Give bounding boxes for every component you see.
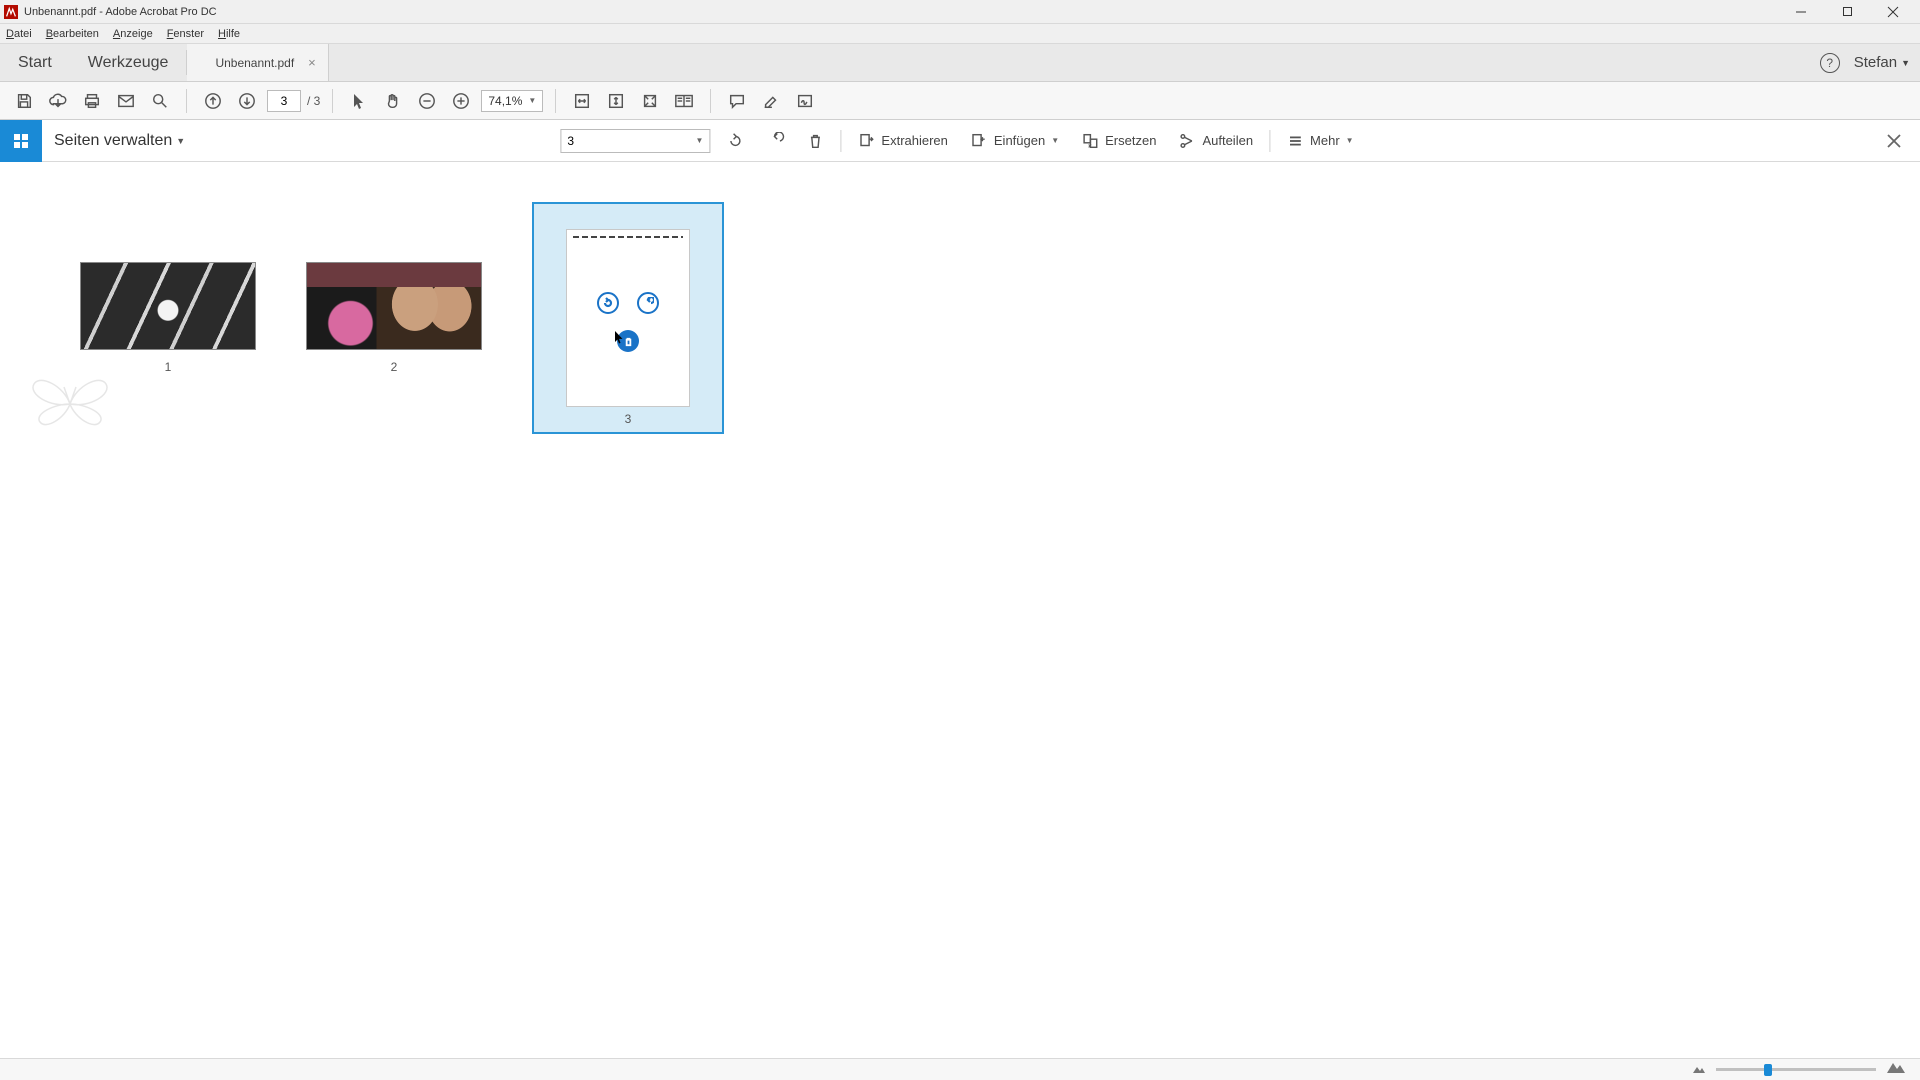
cloud-button[interactable] [44,87,72,115]
organize-pages-title[interactable]: Seiten verwalten ▼ [54,132,185,150]
rotate-ccw-button[interactable] [720,127,750,155]
rotate-cw-icon[interactable] [637,292,659,314]
zoom-in-button[interactable] [447,87,475,115]
fit-page-button[interactable] [602,87,630,115]
zoom-level-value: 74,1% [488,94,522,108]
print-button[interactable] [78,87,106,115]
minimize-button[interactable] [1778,0,1824,24]
chevron-down-icon: ▼ [1346,136,1354,145]
thumbnails-area[interactable]: 1 2 [0,162,1920,474]
tab-close-icon[interactable]: × [308,55,316,70]
organize-pages-title-text: Seiten verwalten [54,132,172,150]
menu-view[interactable]: Anzeige [113,28,153,40]
split-button[interactable]: Aufteilen [1172,127,1259,155]
menu-file[interactable]: Datei [6,28,32,40]
replace-button[interactable]: Ersetzen [1075,127,1162,155]
zoom-level-select[interactable]: 74,1% ▼ [481,90,543,112]
page-total-label: / 3 [307,94,320,108]
thumbnail-image: 3 [532,202,724,434]
split-label: Aufteilen [1202,133,1253,148]
insert-label: Einfügen [994,133,1045,148]
zoom-small-icon[interactable] [1692,1061,1706,1079]
menu-window[interactable]: Fenster [167,28,204,40]
more-label: Mehr [1310,133,1340,148]
thumbnail-zoom-slider[interactable] [1716,1068,1876,1071]
close-button[interactable] [1870,0,1916,24]
page-thumbnail[interactable]: 2 [306,262,482,374]
search-button[interactable] [146,87,174,115]
extract-button[interactable]: Extrahieren [851,127,953,155]
more-button[interactable]: Mehr ▼ [1280,127,1360,155]
menu-help[interactable]: Hilfe [218,28,240,40]
menubar: Datei Bearbeiten Anzeige Fenster Hilfe [0,24,1920,44]
chevron-down-icon: ▼ [176,136,185,146]
next-page-button[interactable] [233,87,261,115]
tabbar: Start Werkzeuge Unbenannt.pdf × ? Stefan… [0,44,1920,82]
tab-document[interactable]: Unbenannt.pdf × [187,44,328,81]
page-range-input[interactable]: 3 ▼ [560,129,710,153]
user-menu[interactable]: Stefan ▼ [1854,54,1910,71]
extract-label: Extrahieren [881,133,947,148]
menu-edit[interactable]: Bearbeiten [46,28,99,40]
thumbnail-number: 2 [391,360,398,374]
fit-width-button[interactable] [568,87,596,115]
chevron-down-icon: ▼ [1901,58,1910,68]
close-panel-button[interactable] [1882,129,1906,153]
bottombar [0,1058,1920,1080]
chevron-down-icon: ▼ [528,96,536,105]
window-title: Unbenannt.pdf - Adobe Acrobat Pro DC [24,6,217,18]
tab-tools[interactable]: Werkzeuge [70,44,187,81]
zoom-out-button[interactable] [413,87,441,115]
zoom-large-icon[interactable] [1886,1060,1906,1079]
sign-button[interactable] [791,87,819,115]
maximize-button[interactable] [1824,0,1870,24]
tab-start[interactable]: Start [0,44,70,81]
read-mode-button[interactable] [670,87,698,115]
hand-tool-button[interactable] [379,87,407,115]
thumbnail-number: 3 [534,412,722,426]
thumbnail-image [80,262,256,350]
help-icon[interactable]: ? [1820,53,1840,73]
rotate-ccw-icon[interactable] [597,292,619,314]
page-thumbnail[interactable]: 1 [80,262,256,374]
tab-document-label: Unbenannt.pdf [215,56,294,70]
comment-button[interactable] [723,87,751,115]
organize-pages-toolbar: Seiten verwalten ▼ 3 ▼ Extrahieren Einfü… [0,120,1920,162]
chevron-down-icon: ▼ [695,136,703,145]
selection-tool-button[interactable] [345,87,373,115]
page-thumbnail-selected[interactable]: 3 [532,202,724,434]
save-button[interactable] [10,87,38,115]
highlight-button[interactable] [757,87,785,115]
insert-button[interactable]: Einfügen ▼ [964,127,1065,155]
thumbnail-image [306,262,482,350]
thumbnail-number: 1 [165,360,172,374]
rotate-cw-button[interactable] [760,127,790,155]
app-icon [4,5,18,19]
watermark-butterfly-icon [30,369,110,444]
replace-label: Ersetzen [1105,133,1156,148]
cursor-icon [614,330,624,349]
delete-page-button[interactable] [800,127,830,155]
user-name: Stefan [1854,54,1897,71]
mail-button[interactable] [112,87,140,115]
fit-visible-button[interactable] [636,87,664,115]
slider-knob[interactable] [1764,1064,1772,1076]
titlebar: Unbenannt.pdf - Adobe Acrobat Pro DC [0,0,1920,24]
organize-pages-icon [0,120,42,162]
main-toolbar: / 3 74,1% ▼ [0,82,1920,120]
chevron-down-icon: ▼ [1051,136,1059,145]
prev-page-button[interactable] [199,87,227,115]
page-range-value: 3 [567,134,574,148]
page-number-input[interactable] [267,90,301,112]
